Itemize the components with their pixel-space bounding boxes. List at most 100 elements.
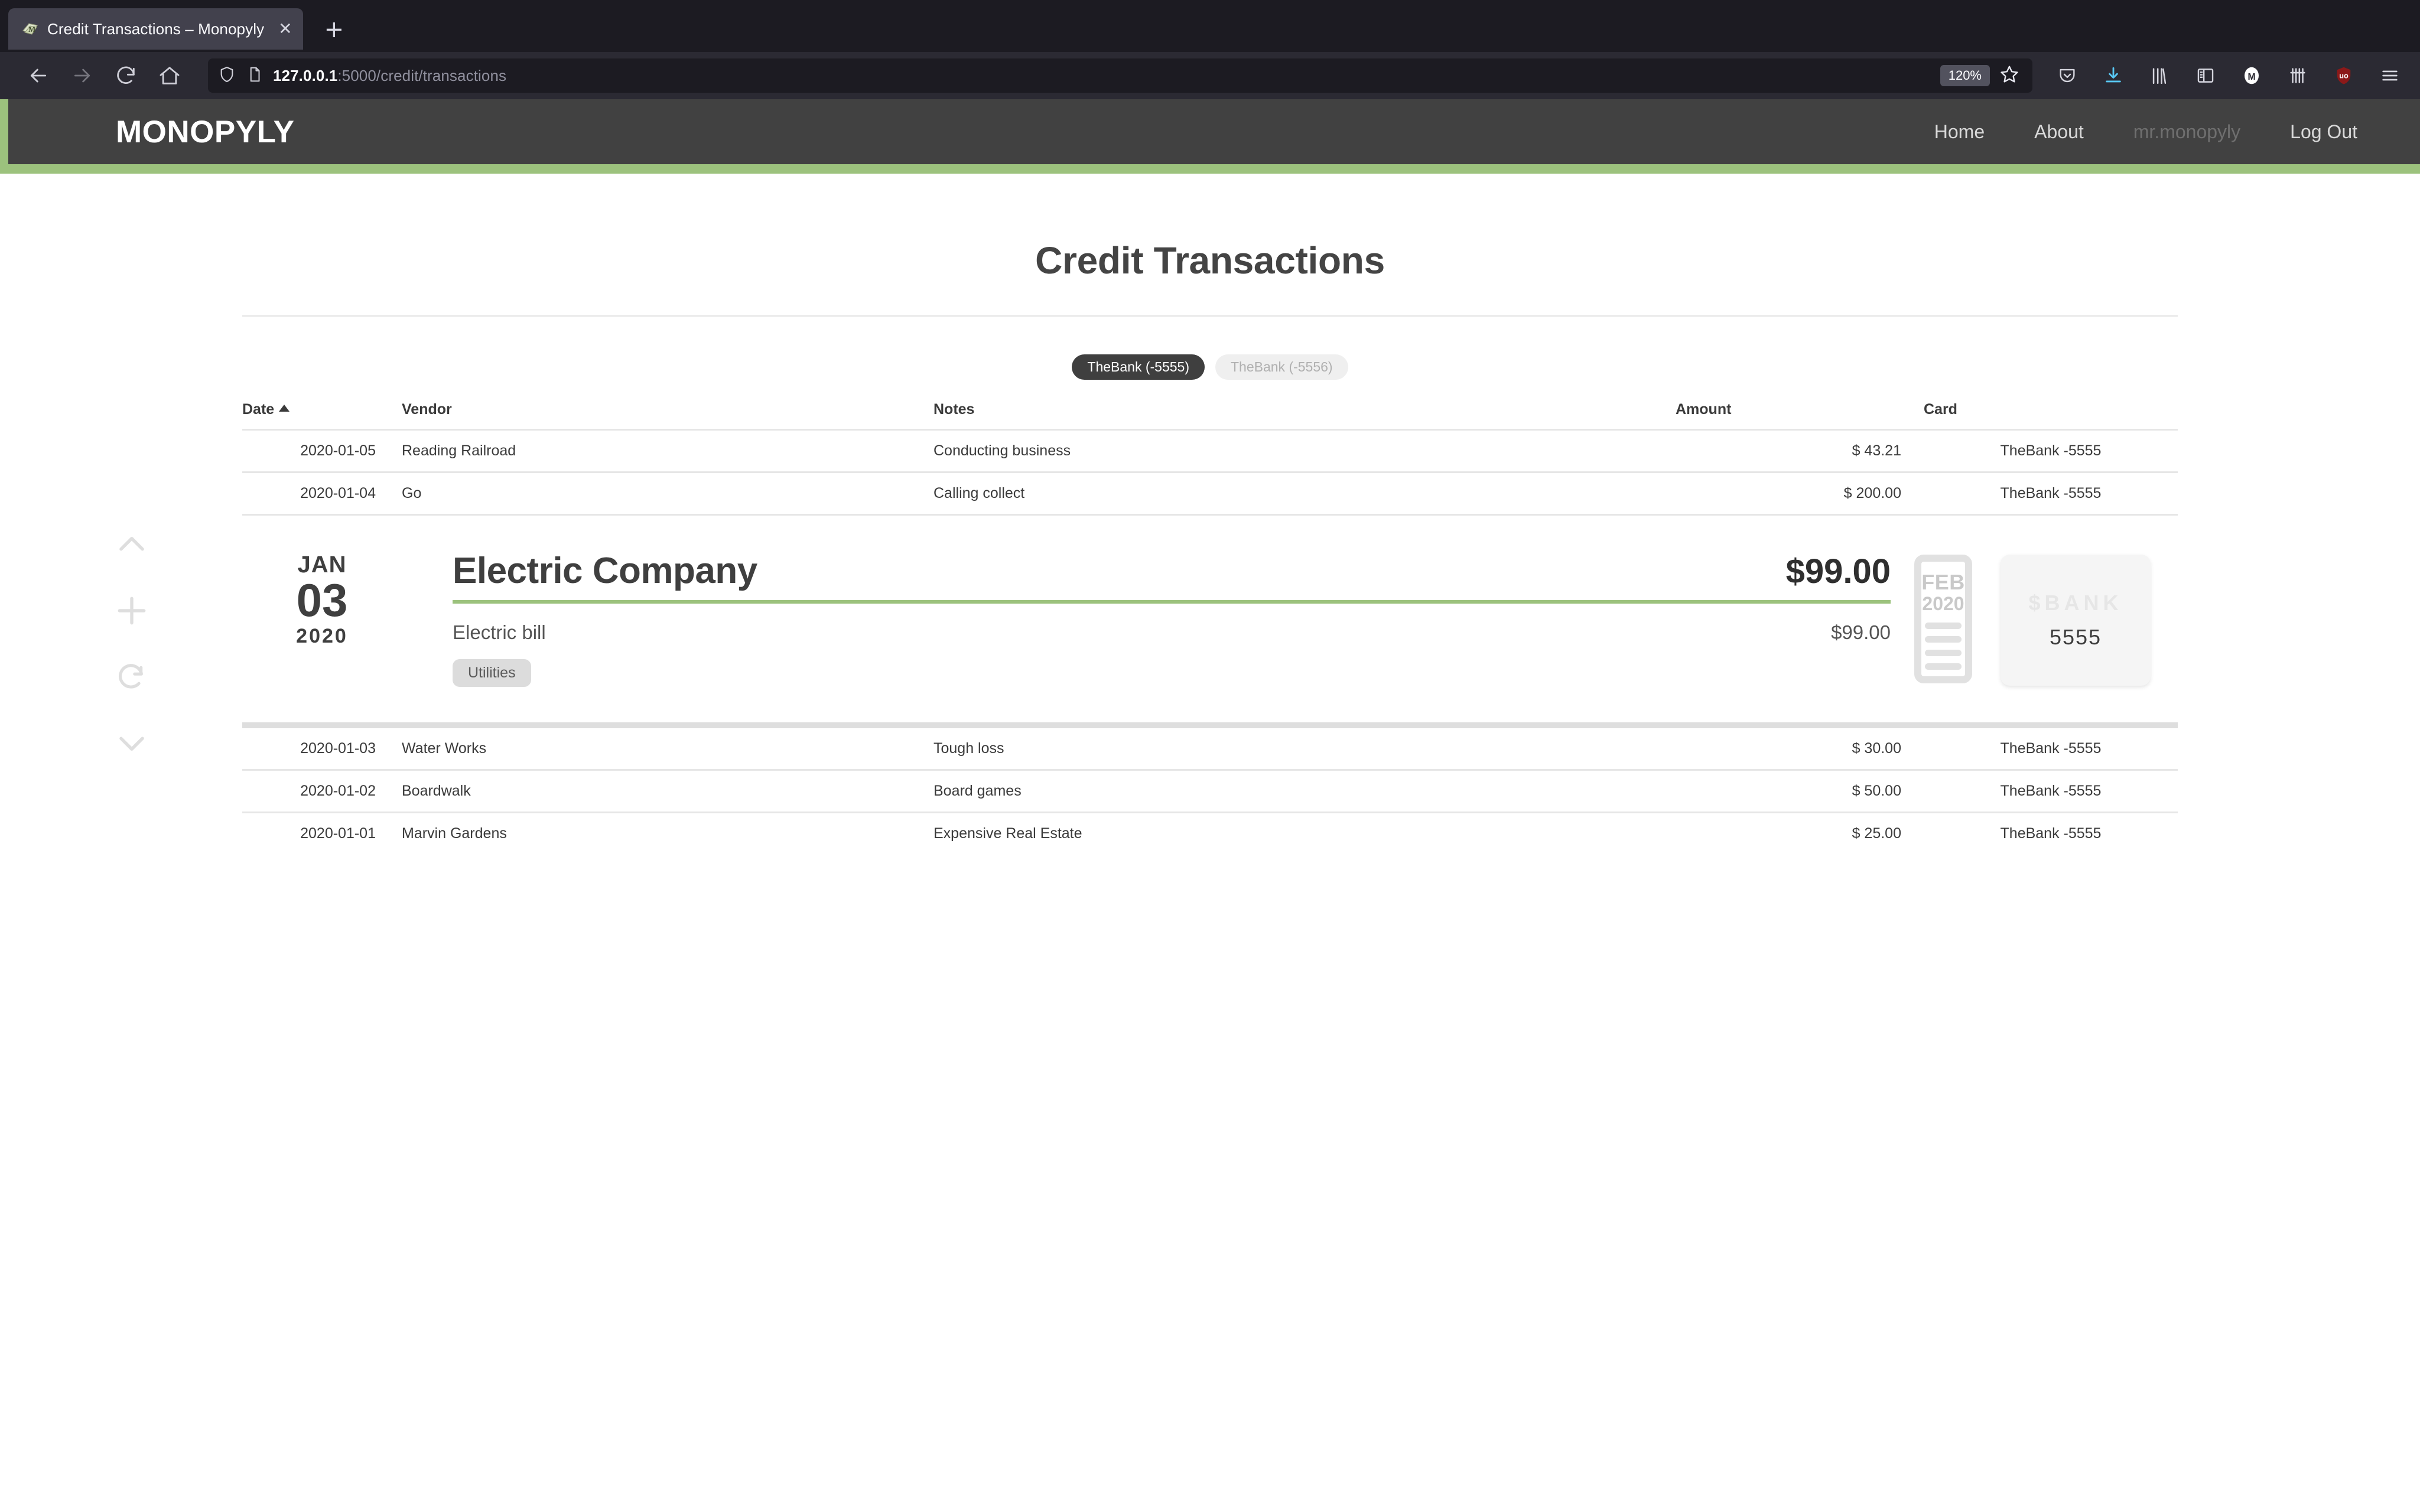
- detail-subtotal: $99.00: [1831, 621, 1891, 643]
- detail-tag[interactable]: Utilities: [453, 659, 531, 687]
- browser-tab[interactable]: M Credit Transactions – Monopyly ✕: [8, 8, 303, 50]
- table-body: 2020-01-05 Reading Railroad Conducting b…: [242, 429, 2178, 854]
- table-row[interactable]: 2020-01-03 Water Works Tough loss $ 30.0…: [242, 724, 2178, 770]
- cell-card: TheBank -5555: [1924, 724, 2178, 770]
- close-icon[interactable]: ✕: [278, 21, 292, 37]
- reload-icon[interactable]: [104, 54, 148, 97]
- svg-text:M: M: [28, 25, 35, 34]
- refresh-icon[interactable]: [99, 644, 164, 710]
- cell-vendor: Marvin Gardens: [402, 812, 933, 854]
- sidebar-icon[interactable]: [2192, 62, 2219, 89]
- sort-ascending-icon: [279, 405, 290, 412]
- library-icon[interactable]: [2146, 62, 2173, 89]
- column-header-vendor[interactable]: Vendor: [402, 401, 933, 430]
- cell-date: 2020-01-04: [242, 471, 402, 515]
- nav-link-about[interactable]: About: [2009, 121, 2109, 143]
- account-filter-5556[interactable]: TheBank (-5556): [1215, 354, 1348, 380]
- cell-date: 2020-01-01: [242, 812, 402, 854]
- nav-link-username[interactable]: mr.monopyly: [2109, 121, 2265, 143]
- cell-date: 2020-01-02: [242, 769, 402, 813]
- cell-date: 2020-01-05: [242, 429, 402, 472]
- detail-vendor: Electric Company: [453, 550, 757, 591]
- new-tab-button[interactable]: +: [324, 18, 344, 41]
- detail-note: Electric bill: [453, 621, 546, 643]
- downloads-icon[interactable]: [2100, 62, 2127, 89]
- ublock-origin-icon[interactable]: uo: [2330, 62, 2357, 89]
- page-title: Credit Transactions: [1035, 239, 1385, 282]
- cell-card: TheBank -5555: [1924, 471, 2178, 515]
- svg-text:M: M: [2247, 72, 2255, 82]
- receipt-month: FEB: [1921, 570, 1965, 594]
- account-icon[interactable]: M: [2238, 62, 2265, 89]
- column-header-notes[interactable]: Notes: [933, 401, 1676, 430]
- browser-window: M Credit Transactions – Monopyly ✕ + 127…: [0, 0, 2420, 1512]
- url-text[interactable]: 127.0.0.1:5000/credit/transactions: [273, 67, 506, 85]
- receipt-line: [1925, 663, 1962, 670]
- cell-card: TheBank -5555: [1924, 429, 2178, 472]
- toolbar-extension-icons: M uo: [2045, 62, 2403, 89]
- cell-card: TheBank -5555: [1924, 812, 2178, 854]
- arrow-left-icon[interactable]: [17, 54, 60, 97]
- arrow-right-icon[interactable]: [60, 54, 104, 97]
- table-row[interactable]: 2020-01-02 Boardwalk Board games $ 50.00…: [242, 769, 2178, 813]
- accent-bar: [0, 164, 2420, 174]
- receipt-lines: [1925, 622, 1962, 670]
- table-head: Date Vendor Notes Amount Card: [242, 401, 2178, 430]
- star-icon[interactable]: [1998, 63, 2021, 89]
- detail-date-day: 03: [296, 574, 348, 626]
- credit-card-icon[interactable]: $BANK 5555: [2001, 555, 2151, 686]
- column-header-date[interactable]: Date: [242, 401, 402, 430]
- chevron-up-icon[interactable]: [99, 511, 164, 578]
- plus-icon[interactable]: [99, 578, 164, 644]
- shield-icon[interactable]: [217, 65, 236, 87]
- svg-text:uo: uo: [2339, 71, 2349, 80]
- tab-strip: M Credit Transactions – Monopyly ✕ +: [0, 0, 2420, 52]
- transactions-table: Date Vendor Notes Amount Card 2020-01-05…: [242, 401, 2178, 854]
- table-row[interactable]: 2020-01-05 Reading Railroad Conducting b…: [242, 429, 2178, 472]
- account-filter-group: TheBank (-5555) TheBank (-5556): [242, 354, 2178, 380]
- receipt-line: [1925, 636, 1962, 643]
- receipt-line: [1925, 622, 1962, 629]
- detail-subrow: Electric bill $99.00: [453, 621, 1891, 644]
- detail-date-month: JAN: [297, 552, 347, 578]
- cell-notes: Board games: [933, 769, 1676, 813]
- page-viewport: MONOPYLY Home About mr.monopyly Log Out: [0, 99, 2420, 1512]
- card-last-four: 5555: [2049, 625, 2102, 649]
- cell-amount: $ 50.00: [1676, 769, 1924, 813]
- receipt-year: 2020: [1922, 592, 1964, 614]
- table-header-row: Date Vendor Notes Amount Card: [242, 401, 2178, 430]
- url-bar[interactable]: 127.0.0.1:5000/credit/transactions 120%: [208, 58, 2032, 93]
- chevron-down-icon[interactable]: [99, 710, 164, 776]
- account-filter-5555[interactable]: TheBank (-5555): [1072, 354, 1205, 380]
- browser-toolbar: 127.0.0.1:5000/credit/transactions 120%: [0, 52, 2420, 99]
- cell-amount: $ 30.00: [1676, 724, 1924, 770]
- detail-side-column: FEB 2020 $BANK 5555: [1914, 550, 2178, 686]
- url-path: :5000/credit/transactions: [337, 66, 507, 84]
- receipt-line: [1925, 649, 1962, 656]
- column-header-amount[interactable]: Amount: [1676, 401, 1924, 430]
- receipt-icon[interactable]: FEB 2020: [1914, 555, 1972, 683]
- table-row[interactable]: 2020-01-04 Go Calling collect $ 200.00 T…: [242, 471, 2178, 515]
- zoom-level-indicator[interactable]: 120%: [1940, 65, 1990, 86]
- cell-vendor: Water Works: [402, 724, 933, 770]
- transaction-detail-card: JAN 03 2020 Electric Company $99.00 Elec…: [242, 550, 2178, 687]
- detail-tag-list: Utilities: [453, 659, 1891, 687]
- nav-link-logout[interactable]: Log Out: [2265, 121, 2382, 143]
- cell-vendor: Boardwalk: [402, 769, 933, 813]
- column-header-card[interactable]: Card: [1924, 401, 2178, 430]
- brand-logo[interactable]: MONOPYLY: [8, 114, 294, 150]
- home-icon[interactable]: [148, 54, 191, 97]
- nav-link-home[interactable]: Home: [1910, 121, 2009, 143]
- side-action-rail: [99, 511, 164, 776]
- pocket-icon[interactable]: [2054, 62, 2081, 89]
- expanded-transaction-row[interactable]: JAN 03 2020 Electric Company $99.00 Elec…: [242, 514, 2178, 728]
- cell-vendor: Go: [402, 471, 933, 515]
- containers-icon[interactable]: [2284, 62, 2311, 89]
- app-menu-icon[interactable]: [2376, 62, 2403, 89]
- page-container: Credit Transactions TheBank (-5555) TheB…: [242, 174, 2178, 854]
- cell-date: 2020-01-03: [242, 724, 402, 770]
- site-nav-links: Home About mr.monopyly Log Out: [1910, 121, 2382, 143]
- table-row[interactable]: 2020-01-01 Marvin Gardens Expensive Real…: [242, 812, 2178, 854]
- url-host: 127.0.0.1: [273, 66, 338, 84]
- title-divider: [242, 315, 2178, 317]
